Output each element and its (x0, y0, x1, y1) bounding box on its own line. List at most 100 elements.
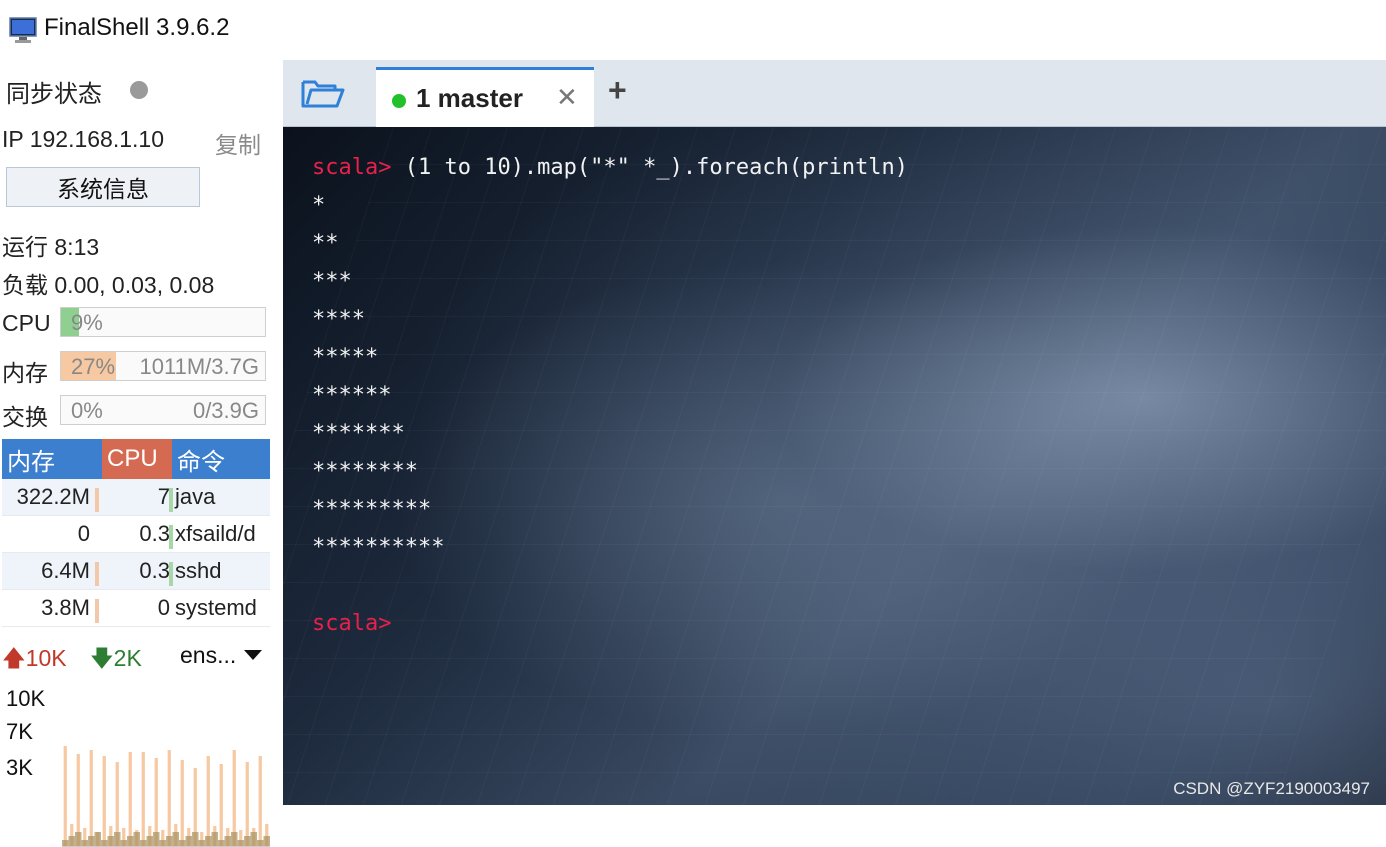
memory-amount: 1011M/3.7G (139, 354, 259, 379)
table-row[interactable]: 6.4M 0.3 sshd (2, 553, 270, 590)
traffic-bar-low (198, 840, 205, 846)
traffic-bar (141, 752, 145, 846)
traffic-bar-low (101, 840, 108, 846)
row-cpu: 0.3 (139, 521, 170, 546)
traffic-bar-low (107, 836, 114, 846)
terminal-prompt: scala> (312, 155, 392, 180)
memory-percent: 27% (71, 354, 116, 379)
traffic-bar-low (133, 832, 140, 846)
cpu-usage-bar (169, 488, 173, 512)
row-memory: 322.2M (16, 484, 90, 509)
output-line: ********** (312, 535, 445, 560)
folder-icon[interactable] (299, 74, 347, 112)
terminal-command: (1 to 10).map("*" *_).foreach(println) (391, 155, 909, 180)
load-average: 负载 0.00, 0.03, 0.08 (2, 272, 215, 298)
traffic-bar-low (185, 836, 192, 846)
watermark: CSDN @ZYF2190003497 (1173, 779, 1370, 798)
swap-meter: 0% 0/3.9G (60, 395, 266, 425)
traffic-bar-low (94, 832, 101, 846)
traffic-bar-low (250, 832, 257, 846)
traffic-bar (206, 756, 210, 846)
sidebar: 同步状态 IP 192.168.1.10 复制 系统信息 运行 8:13 负载 … (0, 60, 278, 847)
traffic-bar (258, 756, 262, 846)
traffic-bar-low (244, 836, 251, 846)
traffic-bar-low (218, 840, 225, 846)
y-tick-label: 7K (6, 719, 33, 744)
traffic-bar-low (75, 832, 82, 846)
column-command[interactable]: 命令 (172, 439, 270, 479)
app-title: FinalShell 3.9.6.2 (44, 14, 230, 41)
cpu-usage-bar (169, 525, 173, 549)
traffic-bar-low (62, 840, 69, 846)
row-command: systemd (175, 595, 257, 620)
traffic-bar-low (68, 836, 75, 846)
tab-master[interactable]: 1 master ✕ (376, 67, 594, 127)
cpu-percent: 9% (71, 310, 103, 335)
process-table: 内存 CPU 命令 322.2M 7 java 0 0.3 xfsaild/d … (2, 439, 270, 627)
arrow-up-icon: 🡅 (2, 645, 26, 671)
traffic-bar (89, 750, 93, 846)
memory-usage-bar (95, 488, 99, 512)
traffic-bar-low (192, 832, 199, 846)
system-info-button[interactable]: 系统信息 (6, 167, 200, 207)
traffic-bar (128, 752, 132, 846)
traffic-bar-low (231, 832, 238, 846)
row-memory: 6.4M (41, 558, 90, 583)
table-row[interactable]: 0 0.3 xfsaild/d (2, 516, 270, 553)
traffic-bar-low (114, 832, 121, 846)
terminal-prompt: scala> (312, 611, 392, 636)
output-line: ********* (312, 497, 432, 522)
terminal[interactable]: scala> (1 to 10).map("*" *_).foreach(pri… (283, 127, 1386, 805)
copy-ip-link[interactable]: 复制 (215, 126, 261, 160)
cpu-usage-bar (169, 562, 173, 586)
network-traffic-graph (62, 746, 270, 847)
traffic-bar-low (127, 836, 134, 846)
traffic-bar-low (153, 832, 160, 846)
tab-bar: 1 master ✕ + (283, 60, 1386, 127)
row-cpu: 0 (157, 595, 170, 620)
cpu-meter: 9% (60, 307, 266, 337)
arrow-down-icon: 🡇 (90, 645, 114, 671)
output-line: **** (312, 307, 365, 332)
swap-percent: 0% (71, 398, 103, 423)
traffic-bar (219, 764, 223, 846)
traffic-bar-low (211, 832, 218, 846)
close-icon[interactable]: ✕ (556, 82, 578, 113)
traffic-bar (180, 760, 184, 846)
traffic-bar-low (263, 836, 270, 846)
y-tick-label: 10K (6, 686, 46, 711)
y-tick-label: 3K (6, 755, 33, 780)
tab-label: 1 master (416, 83, 523, 113)
row-command: sshd (175, 558, 222, 583)
traffic-bar-low (166, 836, 173, 846)
sync-status-label: 同步状态 (6, 81, 102, 108)
add-tab-button[interactable]: + (608, 72, 627, 109)
traffic-bar-low (140, 840, 147, 846)
download-rate: 2K (113, 645, 142, 671)
traffic-bar-low (159, 840, 166, 846)
memory-label: 内存 (2, 360, 48, 386)
column-cpu[interactable]: CPU (102, 439, 172, 479)
traffic-bar (232, 750, 236, 846)
traffic-bar-low (120, 840, 127, 846)
traffic-bar-low (224, 836, 231, 846)
row-memory: 3.8M (41, 595, 90, 620)
output-line: ******** (312, 459, 418, 484)
table-row[interactable]: 322.2M 7 java (2, 479, 270, 516)
process-table-body: 322.2M 7 java 0 0.3 xfsaild/d 6.4M 0.3 s… (2, 479, 270, 627)
traffic-bar-low (81, 840, 88, 846)
output-line: ******* (312, 421, 405, 446)
traffic-bar (102, 756, 106, 846)
table-row[interactable]: 3.8M 0 systemd (2, 590, 270, 627)
column-memory[interactable]: 内存 (2, 439, 102, 479)
traffic-bar (63, 746, 67, 846)
interface-select[interactable]: ens... (180, 642, 236, 669)
uptime: 运行 8:13 (2, 234, 100, 260)
ip-address: IP 192.168.1.10 (2, 126, 164, 152)
output-line: ****** (312, 383, 392, 408)
title-bar: FinalShell 3.9.6.2 (0, 0, 1386, 60)
memory-usage-bar (95, 599, 99, 623)
chevron-down-icon[interactable] (244, 650, 262, 660)
traffic-bar-low (237, 840, 244, 846)
connection-status-indicator (392, 94, 406, 108)
